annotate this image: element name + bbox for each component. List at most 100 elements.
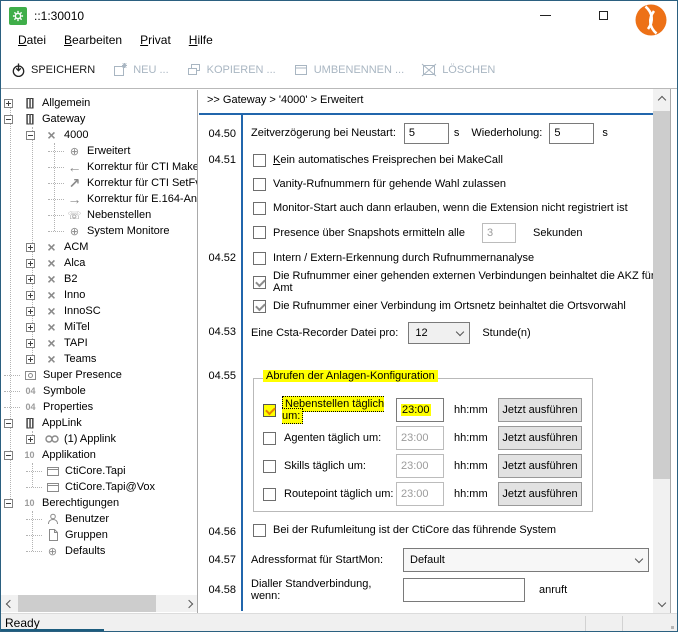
tree-item-allgemein[interactable]: [|]Allgemein xyxy=(1,95,197,111)
scroll-right-icon[interactable] xyxy=(180,595,197,612)
tree-item-applink[interactable]: [|]AppLink xyxy=(1,415,197,431)
run-now-button[interactable]: Jetzt ausführen xyxy=(498,398,582,422)
csta-recorder-row: Eine Csta-Recorder Datei pro: 12 Stunde(… xyxy=(251,321,531,345)
snapshot-interval-input[interactable]: 3 xyxy=(482,223,516,243)
brackets-icon: [|] xyxy=(19,113,40,125)
tree-item-innosc[interactable]: ×InnoSC xyxy=(1,303,197,319)
expand-plus-icon[interactable] xyxy=(26,275,35,284)
tree-item-properties[interactable]: 04Properties xyxy=(1,399,197,415)
tree-item-alca[interactable]: ×Alca xyxy=(1,255,197,271)
tree-item-gruppen[interactable]: Gruppen xyxy=(1,527,197,543)
skills-time-input[interactable]: 23:00 xyxy=(396,454,444,478)
plus-circle-icon: ⊕ xyxy=(64,145,85,158)
rename-button[interactable]: UMBENENNEN ... xyxy=(293,62,404,78)
expand-plus-icon[interactable] xyxy=(26,355,35,364)
dialler-input[interactable] xyxy=(403,578,525,602)
collapse-minus-icon[interactable] xyxy=(4,115,13,124)
scroll-down-icon[interactable] xyxy=(653,594,670,611)
routepoint-time-input[interactable]: 23:00 xyxy=(396,482,444,506)
routepoint-job-checkbox[interactable] xyxy=(263,488,276,501)
scroll-left-icon[interactable] xyxy=(1,595,18,612)
run-now-button[interactable]: Jetzt ausführen xyxy=(498,454,582,478)
scroll-up-icon[interactable] xyxy=(653,91,670,108)
collapse-minus-icon[interactable] xyxy=(4,451,13,460)
tree-item-inno[interactable]: ×Inno xyxy=(1,287,197,303)
save-button[interactable]: SPEICHERN xyxy=(10,62,95,78)
tree-item-korrektur-e164[interactable]: →Korrektur für E.164-Ana xyxy=(1,191,197,207)
agenten-job-checkbox[interactable] xyxy=(263,432,276,445)
minimize-button[interactable] xyxy=(528,1,562,29)
nebenstellen-job-checkbox[interactable] xyxy=(263,404,276,417)
tree-item-benutzer[interactable]: Benutzer xyxy=(1,511,197,527)
tree-item-4000[interactable]: ×4000 xyxy=(1,127,197,143)
vanity-numbers-checkbox[interactable] xyxy=(253,178,266,191)
tree-connector xyxy=(48,199,64,200)
intern-extern-checkbox[interactable] xyxy=(253,252,266,265)
x-icon: × xyxy=(41,274,62,284)
tree-item-applikation[interactable]: 10Applikation xyxy=(1,447,197,463)
rufumleitung-checkbox[interactable] xyxy=(253,524,266,537)
tree-item-korrektur-cti-make[interactable]: ←Korrektur für CTI Make xyxy=(1,159,197,175)
maximize-button[interactable] xyxy=(586,1,620,29)
expand-plus-icon[interactable] xyxy=(26,323,35,332)
adressformat-select[interactable]: Default xyxy=(403,548,649,572)
no-handsfree-checkbox[interactable] xyxy=(253,154,266,167)
ortsvorwahl-checkbox[interactable] xyxy=(253,300,266,313)
presence-snapshots-checkbox[interactable] xyxy=(253,226,266,239)
tree-item-nebenstellen[interactable]: ☏Nebenstellen xyxy=(1,207,197,223)
tree-item-system-monitore[interactable]: ⊕System Monitore xyxy=(1,223,197,239)
delete-button[interactable]: LÖSCHEN xyxy=(421,62,495,78)
tree-item-defaults[interactable]: ⊕Defaults xyxy=(1,543,197,559)
collapse-minus-icon[interactable] xyxy=(4,419,13,428)
x-icon: × xyxy=(41,322,62,332)
repeat-input[interactable]: 5 xyxy=(549,123,594,144)
tree-item-gateway[interactable]: [|]Gateway xyxy=(1,111,197,127)
menu-hilfe[interactable]: Hilfe xyxy=(180,29,222,51)
tree-item-cticore-tapi[interactable]: CtiCore.Tapi xyxy=(1,463,197,479)
collapse-minus-icon[interactable] xyxy=(4,499,13,508)
csta-recorder-select[interactable]: 12 xyxy=(408,322,470,344)
breadcrumb-divider xyxy=(199,113,670,115)
tree-horizontal-scrollbar[interactable] xyxy=(1,595,197,612)
skills-job-checkbox[interactable] xyxy=(263,460,276,473)
scrollbar-thumb[interactable] xyxy=(653,111,670,479)
tree-item-berechtigungen[interactable]: 10Berechtigungen xyxy=(1,495,197,511)
tree-connector xyxy=(48,167,64,168)
menu-privat[interactable]: Privat xyxy=(131,29,180,51)
menu-bearbeiten[interactable]: Bearbeiten xyxy=(55,29,131,51)
scrollbar-thumb[interactable] xyxy=(18,595,156,612)
tree-item-mitel[interactable]: ×MiTel xyxy=(1,319,197,335)
monitor-start-checkbox[interactable] xyxy=(253,202,266,215)
tree-connector xyxy=(26,487,42,488)
tree-item-acm[interactable]: ×ACM xyxy=(1,239,197,255)
tree-item-super-presence[interactable]: Super Presence xyxy=(1,367,197,383)
expand-plus-icon[interactable] xyxy=(26,291,35,300)
tree-item-b2[interactable]: ×B2 xyxy=(1,271,197,287)
new-button[interactable]: NEU ... xyxy=(112,62,168,78)
tree-item-1-applink[interactable]: (1) Applink xyxy=(1,431,197,447)
agenten-time-input[interactable]: 23:00 xyxy=(396,426,444,450)
tree-item-erweitert[interactable]: ⊕Erweitert xyxy=(1,143,197,159)
tree-item-tapi[interactable]: ×TAPI xyxy=(1,335,197,351)
copy-button[interactable]: KOPIEREN ... xyxy=(186,62,276,78)
tree-item-korrektur-cti-setfv[interactable]: ↗Korrektur für CTI SetFv xyxy=(1,175,197,191)
run-now-button[interactable]: Jetzt ausführen xyxy=(498,426,582,450)
run-now-button[interactable]: Jetzt ausführen xyxy=(498,482,582,506)
tree-item-cticore-tapi-vox[interactable]: CtiCore.Tapi@Vox xyxy=(1,479,197,495)
tree-item-teams[interactable]: ×Teams xyxy=(1,351,197,367)
expand-plus-icon[interactable] xyxy=(26,339,35,348)
expand-plus-icon[interactable] xyxy=(26,259,35,268)
expand-plus-icon[interactable] xyxy=(26,307,35,316)
tree-item-symbole[interactable]: 04Symbole xyxy=(1,383,197,399)
expand-plus-icon[interactable] xyxy=(4,99,13,108)
expand-plus-icon[interactable] xyxy=(26,435,35,444)
menu-datei[interactable]: Datei xyxy=(9,29,55,51)
nebenstellen-time-input[interactable]: 23:00 xyxy=(396,398,444,422)
collapse-minus-icon[interactable] xyxy=(26,131,35,140)
restart-delay-input[interactable]: 5 xyxy=(404,123,449,144)
akz-checkbox[interactable] xyxy=(253,276,266,289)
resize-grip[interactable] xyxy=(671,626,674,629)
panel-vertical-scrollbar[interactable] xyxy=(653,89,670,613)
adressformat-label: Adressformat für StartMon: xyxy=(251,554,403,566)
expand-plus-icon[interactable] xyxy=(26,243,35,252)
